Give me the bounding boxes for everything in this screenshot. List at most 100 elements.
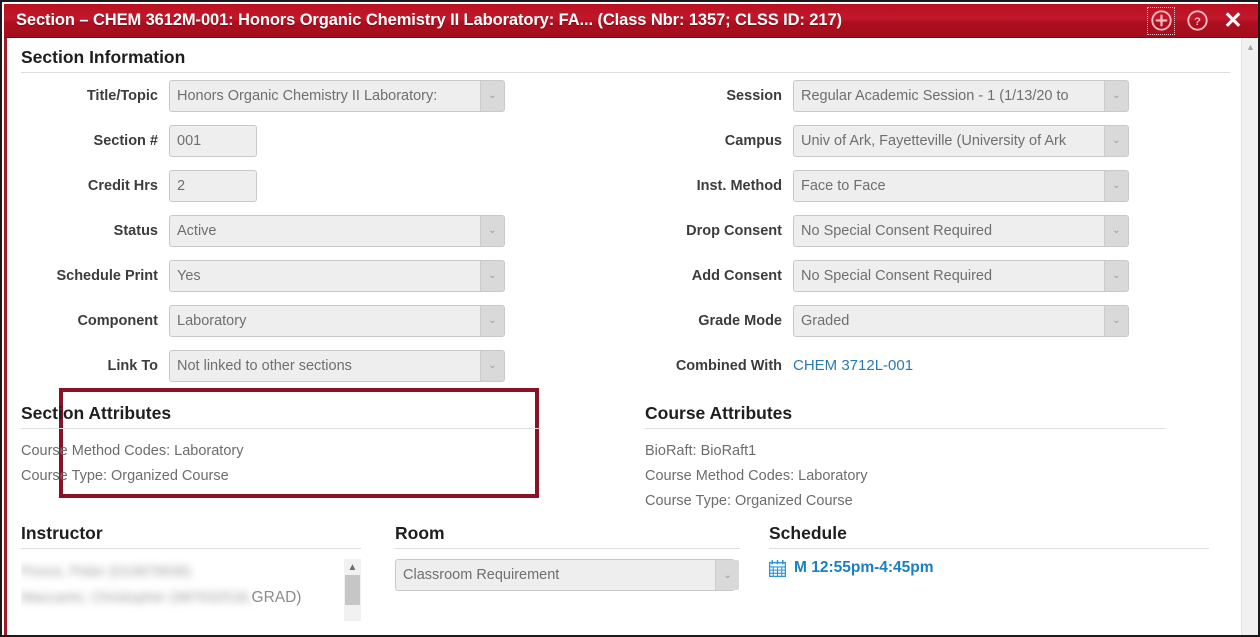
instructor-suffix: GRAD) bbox=[251, 589, 302, 606]
divider bbox=[21, 428, 541, 429]
chevron-down-icon[interactable]: ⌄ bbox=[480, 350, 504, 381]
field-control[interactable]: Face to Face ⌄ bbox=[793, 169, 1129, 202]
scroll-thumb[interactable] bbox=[345, 575, 360, 605]
section-number-input[interactable]: 001 bbox=[169, 124, 257, 157]
attribute-line: BioRaft: BioRaft1 bbox=[645, 443, 757, 459]
session-select[interactable]: Regular Academic Session - 1 (1/13/20 to… bbox=[793, 79, 1129, 112]
field-value: Active bbox=[177, 222, 217, 239]
field-control[interactable]: Classroom Requirement ⌄ bbox=[395, 559, 740, 591]
field-control[interactable]: No Special Consent Required ⌄ bbox=[793, 259, 1129, 292]
section-detail-window: Section – CHEM 3612M-001: Honors Organic… bbox=[0, 0, 1260, 637]
field-control[interactable]: Honors Organic Chemistry II Laboratory: … bbox=[169, 79, 505, 112]
scroll-up-icon[interactable]: ▲ bbox=[1242, 38, 1258, 55]
svg-text:?: ? bbox=[1194, 16, 1201, 28]
campus-select[interactable]: Univ of Ark, Fayetteville (University of… bbox=[793, 124, 1129, 157]
chevron-down-icon[interactable]: ⌄ bbox=[1104, 125, 1128, 156]
scroll-up-icon[interactable]: ▲ bbox=[344, 559, 361, 575]
chevron-down-icon[interactable]: ⌄ bbox=[480, 305, 504, 336]
divider bbox=[645, 428, 1165, 429]
attribute-line: Course Type: Organized Course bbox=[21, 468, 229, 484]
divider bbox=[21, 548, 361, 549]
field-control[interactable]: Graded ⌄ bbox=[793, 304, 1129, 337]
field-value: Graded bbox=[801, 312, 850, 329]
field-control[interactable]: 2 bbox=[169, 169, 257, 202]
schedule-heading: Schedule bbox=[769, 523, 847, 543]
field-label: Component bbox=[77, 312, 158, 329]
field-session: Session Regular Academic Session - 1 (1/… bbox=[645, 73, 1165, 118]
chevron-down-icon[interactable]: ⌄ bbox=[480, 80, 504, 111]
inst-method-select[interactable]: Face to Face ⌄ bbox=[793, 169, 1129, 202]
field-label: Campus bbox=[724, 132, 782, 149]
field-component: Component Laboratory ⌄ bbox=[21, 298, 541, 343]
list-item[interactable]: Ponce, Peter (010879636) bbox=[21, 559, 361, 585]
field-label: Session bbox=[726, 87, 782, 104]
field-add-consent: Add Consent No Special Consent Required … bbox=[645, 253, 1165, 298]
field-control[interactable]: No Special Consent Required ⌄ bbox=[793, 214, 1129, 247]
field-link-to: Link To Not linked to other sections ⌄ bbox=[21, 343, 541, 388]
instructor-list[interactable]: Ponce, Peter (010879636) Maccarini, Chri… bbox=[21, 559, 361, 621]
field-control[interactable]: Regular Academic Session - 1 (1/13/20 to… bbox=[793, 79, 1129, 112]
attribute-line: Course Method Codes: Laboratory bbox=[21, 443, 244, 459]
field-value: No Special Consent Required bbox=[801, 222, 993, 239]
section-information-form: Title/Topic Honors Organic Chemistry II … bbox=[21, 73, 1230, 498]
schedule-print-select[interactable]: Yes ⌄ bbox=[169, 259, 505, 292]
form-column-left: Title/Topic Honors Organic Chemistry II … bbox=[21, 73, 541, 388]
credit-hrs-input[interactable]: 2 bbox=[169, 169, 257, 202]
chevron-down-icon[interactable]: ⌄ bbox=[1104, 215, 1128, 246]
field-label: Combined With bbox=[675, 357, 782, 374]
field-label: Credit Hrs bbox=[87, 177, 158, 194]
grade-mode-select[interactable]: Graded ⌄ bbox=[793, 304, 1129, 337]
chevron-down-icon[interactable]: ⌄ bbox=[1104, 170, 1128, 201]
field-combined-with: Combined With CHEM 3712L-001 bbox=[645, 343, 1165, 388]
calendar-icon bbox=[769, 559, 786, 577]
field-value: Yes bbox=[177, 267, 201, 284]
attribute-line: Course Type: Organized Course bbox=[645, 493, 853, 509]
chevron-down-icon[interactable]: ⌄ bbox=[1104, 305, 1128, 336]
combined-with-link[interactable]: CHEM 3712L-001 bbox=[793, 357, 913, 374]
chevron-down-icon[interactable]: ⌄ bbox=[715, 560, 739, 590]
status-select[interactable]: Active ⌄ bbox=[169, 214, 505, 247]
field-control[interactable]: Active ⌄ bbox=[169, 214, 505, 247]
chevron-down-icon[interactable]: ⌄ bbox=[1104, 80, 1128, 111]
add-consent-select[interactable]: No Special Consent Required ⌄ bbox=[793, 259, 1129, 292]
instructor-pane: Instructor Ponce, Peter (010879636) Macc… bbox=[21, 523, 361, 621]
room-select[interactable]: Classroom Requirement ⌄ bbox=[395, 559, 739, 591]
list-item[interactable]: Maccarini, Christopher (987632518, GRAD) bbox=[21, 585, 361, 611]
chevron-down-icon[interactable]: ⌄ bbox=[1104, 260, 1128, 291]
course-attributes-pane: Course Attributes BioRaft: BioRaft1 Cour… bbox=[645, 403, 1165, 514]
chevron-down-icon[interactable]: ⌄ bbox=[480, 215, 504, 246]
component-select[interactable]: Laboratory ⌄ bbox=[169, 304, 505, 337]
field-drop-consent: Drop Consent No Special Consent Required… bbox=[645, 208, 1165, 253]
field-control[interactable]: 001 bbox=[169, 124, 257, 157]
chevron-down-icon[interactable]: ⌄ bbox=[480, 260, 504, 291]
room-heading: Room bbox=[395, 523, 445, 543]
instructor-heading: Instructor bbox=[21, 523, 103, 543]
title-topic-select[interactable]: Honors Organic Chemistry II Laboratory: … bbox=[169, 79, 505, 112]
link-to-select[interactable]: Not linked to other sections ⌄ bbox=[169, 349, 505, 382]
field-control[interactable]: Laboratory ⌄ bbox=[169, 304, 505, 337]
instructor-scrollbar[interactable]: ▲ bbox=[344, 559, 361, 621]
section-attributes-heading: Section Attributes bbox=[21, 403, 172, 423]
plus-circle-icon[interactable] bbox=[1147, 6, 1175, 35]
schedule-pane: Schedule M 12:55pm-4:45pm bbox=[769, 523, 1209, 577]
field-value: Univ of Ark, Fayetteville (University of… bbox=[801, 132, 1067, 149]
field-control[interactable]: Not linked to other sections ⌄ bbox=[169, 349, 505, 382]
schedule-meeting-row[interactable]: M 12:55pm-4:45pm bbox=[769, 559, 1209, 577]
field-control[interactable]: CHEM 3712L-001 bbox=[793, 357, 913, 375]
schedule-meeting-link[interactable]: M 12:55pm-4:45pm bbox=[794, 559, 934, 577]
close-icon[interactable]: ✕ bbox=[1220, 8, 1246, 34]
field-campus: Campus Univ of Ark, Fayetteville (Univer… bbox=[645, 118, 1165, 163]
field-value: No Special Consent Required bbox=[801, 267, 993, 284]
field-label: Link To bbox=[107, 357, 158, 374]
divider bbox=[769, 548, 1209, 549]
form-column-right: Session Regular Academic Session - 1 (1/… bbox=[645, 73, 1165, 388]
field-title-topic: Title/Topic Honors Organic Chemistry II … bbox=[21, 73, 541, 118]
drop-consent-select[interactable]: No Special Consent Required ⌄ bbox=[793, 214, 1129, 247]
field-status: Status Active ⌄ bbox=[21, 208, 541, 253]
field-value: Classroom Requirement bbox=[403, 567, 560, 583]
question-circle-icon[interactable]: ? bbox=[1184, 8, 1210, 34]
field-label: Schedule Print bbox=[56, 267, 158, 284]
field-control[interactable]: Univ of Ark, Fayetteville (University of… bbox=[793, 124, 1129, 157]
field-control[interactable]: Yes ⌄ bbox=[169, 259, 505, 292]
attribute-line: Course Method Codes: Laboratory bbox=[645, 468, 868, 484]
